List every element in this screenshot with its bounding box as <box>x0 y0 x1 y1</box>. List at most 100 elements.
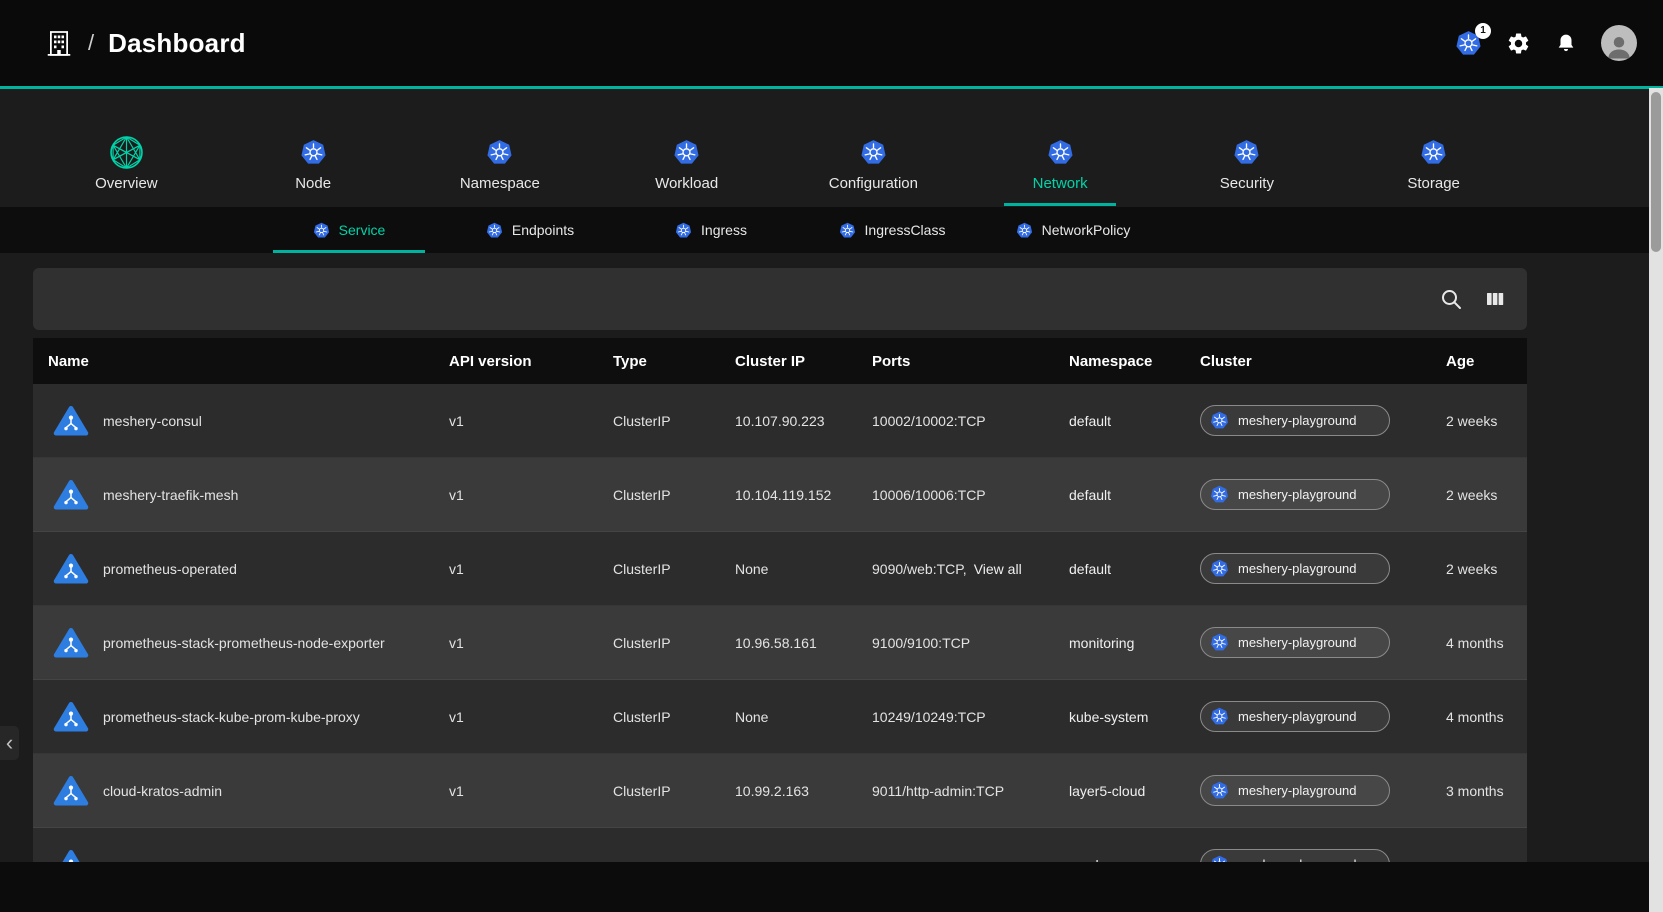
column-header-name[interactable]: Name <box>33 353 449 370</box>
scrollbar-thumb[interactable] <box>1651 92 1661 252</box>
service-name: cloud-kratos-admin <box>103 783 222 799</box>
cell-age: 4 months <box>1446 635 1527 651</box>
cell-age: 3 months <box>1446 783 1527 799</box>
column-header-namespace[interactable]: Namespace <box>1069 353 1200 370</box>
ports-text: 9090/web:TCP, <box>872 561 967 577</box>
cell-type: ClusterIP <box>613 783 735 799</box>
cluster-chip[interactable]: meshery-playground <box>1200 627 1390 658</box>
cluster-chip[interactable]: meshery-playground <box>1200 553 1390 584</box>
kubernetes-icon <box>1210 559 1229 578</box>
cell-type: ClusterIP <box>613 635 735 651</box>
namespace-link[interactable]: default <box>1069 561 1111 577</box>
person-icon <box>1604 31 1634 61</box>
service-icon <box>53 553 89 585</box>
subtab-endpoints[interactable]: Endpoints <box>454 207 606 253</box>
subtab-networkpolicy[interactable]: NetworkPolicy <box>997 207 1149 253</box>
kubernetes-icon <box>860 139 887 166</box>
cell-ports: 9011/http-admin:TCP <box>872 783 1069 799</box>
tab-overview[interactable]: Overview <box>33 130 220 206</box>
user-avatar[interactable] <box>1601 25 1637 61</box>
settings-button[interactable] <box>1506 31 1531 56</box>
cluster-chip[interactable]: meshery-playground <box>1200 775 1390 806</box>
cluster-chip[interactable]: meshery-playground <box>1200 701 1390 732</box>
cell-type: ClusterIP <box>613 709 735 725</box>
tab-network[interactable]: Network <box>967 130 1154 206</box>
table-row[interactable]: prometheus-stack-prometheus-node-exporte… <box>33 606 1527 680</box>
namespace-link[interactable]: kube-system <box>1069 709 1148 725</box>
cell-age: 2 weeks <box>1446 413 1527 429</box>
secondary-tab-label: NetworkPolicy <box>1042 222 1131 238</box>
primary-tab-label: Overview <box>95 175 158 192</box>
service-icon <box>53 701 89 733</box>
tab-workload[interactable]: Workload <box>593 130 780 206</box>
service-icon <box>53 775 89 807</box>
kubernetes-context-button[interactable]: 1 <box>1455 30 1482 57</box>
kubernetes-icon <box>1210 633 1229 652</box>
column-header-api-version[interactable]: API version <box>449 353 613 370</box>
kubernetes-icon <box>1420 139 1447 166</box>
kubernetes-icon <box>673 139 700 166</box>
tab-node[interactable]: Node <box>220 130 407 206</box>
kubernetes-icon <box>1210 411 1229 430</box>
scrollbar-track[interactable] <box>1649 88 1663 912</box>
column-header-age[interactable]: Age <box>1446 353 1527 370</box>
namespace-link[interactable]: layer5-cloud <box>1069 783 1145 799</box>
service-name: prometheus-operated <box>103 561 237 577</box>
subtab-service[interactable]: Service <box>273 207 425 253</box>
view-all-link[interactable]: View all <box>974 561 1022 577</box>
collapse-drawer-button[interactable]: ‹ <box>0 726 19 760</box>
column-header-ports[interactable]: Ports <box>872 353 1069 370</box>
breadcrumb: / Dashboard <box>44 28 246 59</box>
table-row[interactable]: meshery-traefik-mesh v1 ClusterIP 10.104… <box>33 458 1527 532</box>
kubernetes-icon <box>1210 781 1229 800</box>
cell-age: 2 weeks <box>1446 487 1527 503</box>
table-body: meshery-consul v1 ClusterIP 10.107.90.22… <box>33 384 1527 902</box>
kubernetes-icon <box>1210 485 1229 504</box>
tab-configuration[interactable]: Configuration <box>780 130 967 206</box>
cell-api-version: v1 <box>449 635 613 651</box>
cluster-chip[interactable]: meshery-playground <box>1200 479 1390 510</box>
table-row[interactable]: cloud-kratos-admin v1 ClusterIP 10.99.2.… <box>33 754 1527 828</box>
column-header-cluster[interactable]: Cluster <box>1200 353 1446 370</box>
view-columns-button[interactable] <box>1483 287 1507 311</box>
tab-security[interactable]: Security <box>1154 130 1341 206</box>
cell-ports: 10249/10249:TCP <box>872 709 1069 725</box>
tab-namespace[interactable]: Namespace <box>407 130 594 206</box>
service-name: prometheus-stack-kube-prom-kube-proxy <box>103 709 360 725</box>
namespace-link[interactable]: default <box>1069 413 1111 429</box>
kubernetes-icon <box>313 222 330 239</box>
kubernetes-icon <box>1047 139 1074 166</box>
search-button[interactable] <box>1439 287 1463 311</box>
secondary-tab-label: Service <box>339 222 386 238</box>
secondary-tab-label: Ingress <box>701 222 747 238</box>
table-header-row: NameAPI versionTypeCluster IPPortsNamesp… <box>33 338 1527 384</box>
cell-type: ClusterIP <box>613 413 735 429</box>
table-row[interactable]: prometheus-stack-kube-prom-kube-proxy v1… <box>33 680 1527 754</box>
subtab-ingressclass[interactable]: IngressClass <box>816 207 968 253</box>
kubernetes-icon <box>1210 707 1229 726</box>
page-title: Dashboard <box>108 28 246 59</box>
secondary-nav: Service Endpoints Ingress IngressClass N… <box>0 207 1649 253</box>
organization-logo-icon[interactable] <box>44 28 74 58</box>
services-table: NameAPI versionTypeCluster IPPortsNamesp… <box>33 338 1527 902</box>
cluster-chip[interactable]: meshery-playground <box>1200 405 1390 436</box>
tab-storage[interactable]: Storage <box>1340 130 1527 206</box>
namespace-link[interactable]: monitoring <box>1069 635 1134 651</box>
notifications-button[interactable] <box>1555 32 1577 54</box>
cell-cluster-ip: 10.104.119.152 <box>735 487 872 503</box>
cell-ports: 9090/web:TCP, View all <box>872 561 1069 577</box>
cluster-chip-label: meshery-playground <box>1238 783 1357 798</box>
subtab-ingress[interactable]: Ingress <box>635 207 787 253</box>
ports-text: 10006/10006:TCP <box>872 487 986 503</box>
column-header-cluster-ip[interactable]: Cluster IP <box>735 353 872 370</box>
cell-api-version: v1 <box>449 487 613 503</box>
cell-type: ClusterIP <box>613 561 735 577</box>
table-row[interactable]: prometheus-operated v1 ClusterIP None 90… <box>33 532 1527 606</box>
table-row[interactable]: meshery-consul v1 ClusterIP 10.107.90.22… <box>33 384 1527 458</box>
breadcrumb-separator: / <box>88 30 94 56</box>
search-icon <box>1439 287 1463 311</box>
namespace-link[interactable]: default <box>1069 487 1111 503</box>
kubernetes-icon <box>300 139 327 166</box>
cell-age: 4 months <box>1446 709 1527 725</box>
column-header-type[interactable]: Type <box>613 353 735 370</box>
